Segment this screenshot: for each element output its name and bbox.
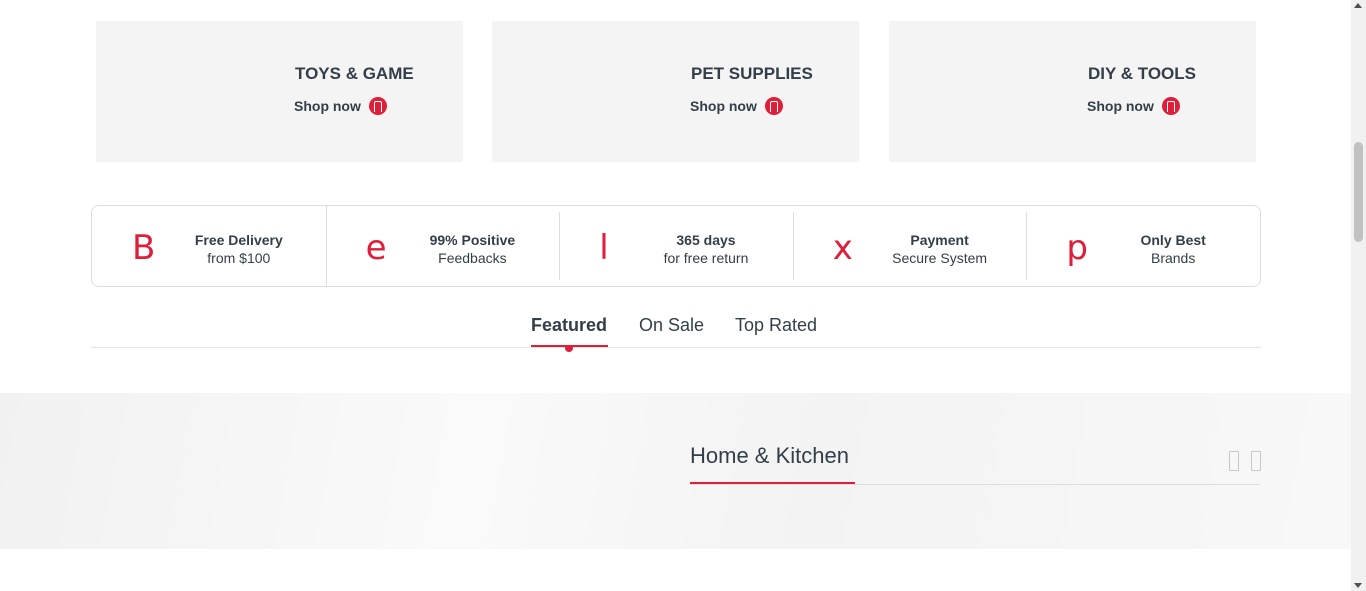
feedback-icon: e <box>365 228 387 268</box>
arrow-circle-icon <box>1161 97 1180 115</box>
scroll-up-icon[interactable] <box>1354 3 1362 8</box>
features-strip: B Free Delivery from $100 e 99% Positive… <box>91 205 1261 287</box>
category-title: TOYS & GAME <box>295 64 414 83</box>
feature-free-return: l 365 days for free return <box>559 206 793 286</box>
feature-subtitle: for free return <box>663 250 749 266</box>
tab-top-rated[interactable]: Top Rated <box>735 315 817 336</box>
feature-positive-feedback: e 99% Positive Feedbacks <box>325 206 560 286</box>
home-kitchen-section: Home & Kitchen <box>0 393 1351 549</box>
feature-title: 99% Positive <box>429 232 516 248</box>
feature-title: 365 days <box>676 232 736 248</box>
arrow-circle-icon <box>764 97 783 115</box>
page-scrollbar[interactable] <box>1351 0 1366 591</box>
category-title: PET SUPPLIES <box>691 64 813 83</box>
tab-featured[interactable]: Featured <box>531 315 607 336</box>
chevron-left-icon[interactable] <box>1229 451 1239 471</box>
shop-now-link[interactable]: Shop now <box>1087 97 1180 115</box>
feature-title: Free Delivery <box>194 232 283 248</box>
scroll-thumb[interactable] <box>1354 142 1363 242</box>
category-card-pet-supplies[interactable]: PET SUPPLIES Shop now <box>492 21 859 162</box>
shop-now-label: Shop now <box>690 98 757 114</box>
category-banner-row: TOYS & GAME Shop now PET SUPPLIES Shop n… <box>96 21 1256 162</box>
feature-title: Payment <box>910 232 969 248</box>
shop-now-label: Shop now <box>1087 98 1154 114</box>
feature-secure-payment: x Payment Secure System <box>792 206 1027 286</box>
category-card-diy-tools[interactable]: DIY & TOOLS Shop now <box>889 21 1256 162</box>
section-title-underline <box>690 482 855 484</box>
feature-subtitle: Brands <box>1150 250 1196 266</box>
scroll-down-icon[interactable] <box>1354 583 1362 588</box>
feature-best-brands: p Only Best Brands <box>1026 206 1260 286</box>
shop-now-link[interactable]: Shop now <box>690 97 783 115</box>
arrow-circle-icon <box>368 97 387 115</box>
shop-now-label: Shop now <box>294 98 361 114</box>
chevron-right-icon[interactable] <box>1251 451 1261 471</box>
brand-icon: p <box>1066 228 1088 268</box>
category-card-toys[interactable]: TOYS & GAME Shop now <box>96 21 463 162</box>
shop-now-link[interactable]: Shop now <box>294 97 387 115</box>
feature-subtitle: Feedbacks <box>438 250 507 266</box>
payment-icon: x <box>832 228 853 268</box>
active-tab-dot <box>565 345 573 352</box>
category-title: DIY & TOOLS <box>1088 64 1197 83</box>
feature-subtitle: from $100 <box>207 250 271 266</box>
feature-subtitle: Secure System <box>892 250 988 266</box>
section-title: Home & Kitchen <box>690 443 849 468</box>
feature-title: Only Best <box>1140 232 1206 248</box>
tab-on-sale[interactable]: On Sale <box>639 315 704 336</box>
section-divider <box>690 484 1260 485</box>
feature-free-delivery: B Free Delivery from $100 <box>92 206 326 286</box>
product-tabs: Featured On Sale Top Rated <box>91 308 1261 352</box>
return-icon: l <box>599 228 609 268</box>
